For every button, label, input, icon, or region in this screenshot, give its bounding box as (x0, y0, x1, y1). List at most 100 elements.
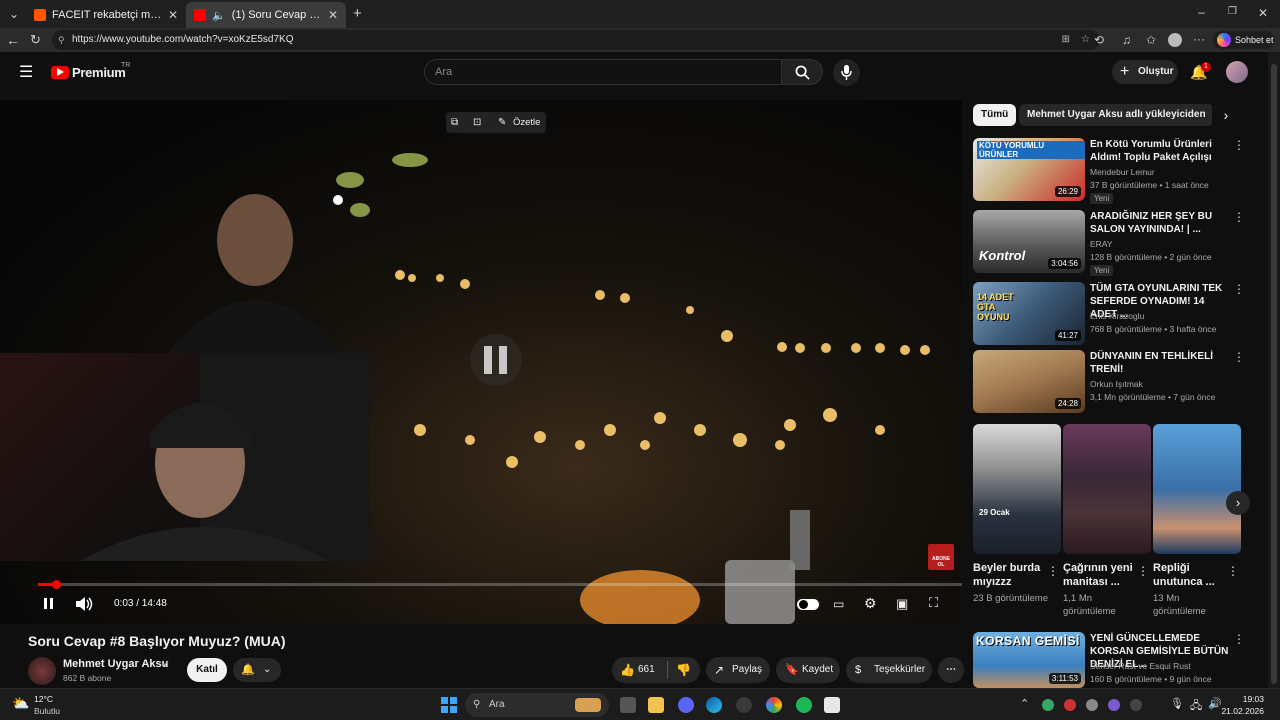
chrome-icon[interactable] (766, 697, 782, 713)
subtitles-icon[interactable]: ▭ (833, 597, 844, 611)
video-thumbnail[interactable]: KÖTÜ YORUMLU ÜRÜNLER 26:29 (973, 138, 1085, 201)
list-item[interactable]: Kontrol 3:04:56 ARADIĞINIZ HER ŞEY BU SA… (973, 210, 1245, 276)
favorite-star-icon[interactable]: ☆ (1081, 30, 1090, 50)
extensions-icon[interactable]: ⟲ (1094, 34, 1104, 46)
autoplay-toggle[interactable] (797, 599, 819, 610)
tray-overflow-icon[interactable]: ⌃ (1020, 697, 1029, 710)
reload-icon[interactable]: ↻ (30, 33, 41, 46)
microphone-tray-icon[interactable]: 🎙 (1170, 697, 1184, 710)
video-player[interactable]: ⧉ ⊡ ✎ Özetle ABONE OL 0:03 / 14:48 ▭ ⚙ ▣… (0, 100, 962, 624)
weather-icon[interactable]: ⛅ (12, 695, 29, 712)
close-tab-icon[interactable]: ✕ (328, 8, 338, 22)
copilot-chat-button[interactable]: Sohbet et (1213, 31, 1275, 49)
tab-youtube[interactable]: 🔈 (1) Soru Cevap #8 Başlıyor Muyuz? (MUA… (186, 2, 346, 28)
youtube-logo-icon[interactable] (51, 66, 69, 79)
tab-faceit[interactable]: FACEIT rekabetçi maç - FACEIT.com ✕ (26, 2, 186, 28)
fullscreen-icon[interactable]: ⛶ (929, 595, 938, 611)
back-icon[interactable]: ← (6, 33, 20, 47)
shorts-next-chevron-icon[interactable]: › (1226, 491, 1250, 515)
chip-all[interactable]: Tümü (973, 104, 1017, 126)
more-menu-icon[interactable]: ··· (1193, 33, 1205, 45)
app-available-icon[interactable]: ⊞ (1062, 30, 1070, 50)
pip-icon[interactable]: ⧉ (451, 112, 458, 133)
short-item[interactable]: Çağrının yeni manitası ... 1,1 Mn görünt… (1063, 424, 1151, 617)
speaker-icon[interactable]: 🔈 (212, 9, 226, 22)
tray-app-icon[interactable] (1108, 699, 1120, 711)
thanks-button[interactable]: $ Teşekkürler (846, 657, 932, 683)
list-item[interactable]: KORSAN GEMİSİ 3:11:53 YENİ GÜNCELLEMEDE … (973, 632, 1243, 688)
new-tab-icon[interactable]: + (353, 6, 362, 21)
short-title[interactable]: Beyler burda mıyızzz (973, 561, 1047, 589)
chip-uploader[interactable]: Mehmet Uygar Aksu adlı yükleyiciden (1019, 104, 1214, 126)
tray-app-icon[interactable] (1130, 699, 1142, 711)
like-icon[interactable]: 👍 (620, 657, 635, 683)
more-options-icon[interactable]: ⋮ (1233, 138, 1245, 152)
channel-name[interactable]: ERAY (1090, 239, 1113, 249)
steam-icon[interactable] (736, 697, 752, 713)
summary-button[interactable]: Özetle (513, 112, 540, 133)
weather-temp[interactable]: 12°C (34, 694, 53, 704)
join-button[interactable]: Katıl (187, 658, 227, 682)
start-windows-icon[interactable] (441, 697, 457, 713)
list-item[interactable]: 14 ADET GTA OYUNU 41:27 TÜM GTA OYUNLARI… (973, 282, 1245, 346)
more-options-icon[interactable]: ⋮ (1233, 282, 1245, 296)
subscribe-bell-button[interactable]: 🔔 ⌄ (233, 658, 281, 682)
video-thumbnail[interactable]: 24:28 (973, 350, 1085, 413)
settings-gear-icon[interactable]: ⚙ (864, 595, 877, 612)
close-window-icon[interactable]: ✕ (1258, 7, 1268, 19)
profile-avatar[interactable] (1168, 33, 1182, 47)
notepad-icon[interactable] (824, 697, 840, 713)
create-button[interactable]: + Oluştur (1112, 60, 1178, 84)
task-view-icon[interactable] (620, 697, 636, 713)
minimize-icon[interactable]: – (1198, 6, 1205, 18)
list-item[interactable]: KÖTÜ YORUMLU ÜRÜNLER 26:29 En Kötü Yorum… (973, 138, 1245, 204)
menu-hamburger-icon[interactable]: ☰ (19, 65, 33, 81)
video-thumbnail[interactable]: KORSAN GEMİSİ 3:11:53 (973, 632, 1085, 688)
clock-date[interactable]: 21.02.2026 (1220, 706, 1264, 716)
more-options-icon[interactable]: ⋮ (1233, 350, 1245, 364)
url-field[interactable]: ⚲ https://www.youtube.com/watch?v=xoKzE5… (52, 30, 1100, 50)
network-icon[interactable]: 🖧 (1190, 697, 1202, 716)
page-scrollbar[interactable] (1268, 52, 1280, 688)
center-play-state[interactable] (470, 334, 522, 386)
channel-name[interactable]: Enis Kirazoglu (1090, 311, 1144, 321)
close-tab-icon[interactable]: ✕ (168, 8, 178, 22)
channel-name[interactable]: Orkun Işıtmak (1090, 379, 1143, 389)
tray-app-icon[interactable] (1086, 699, 1098, 711)
search-button[interactable] (781, 59, 823, 85)
more-options-icon[interactable]: ⋮ (1233, 632, 1243, 646)
channel-name[interactable]: Sensei Rust ve Esqui Rust (1090, 661, 1191, 671)
tray-app-icon[interactable] (1042, 699, 1054, 711)
more-options-icon[interactable]: ⋮ (1233, 210, 1245, 224)
short-thumbnail[interactable] (1153, 424, 1241, 554)
more-options-icon[interactable]: ⋮ (1047, 564, 1059, 578)
account-avatar[interactable] (1226, 61, 1248, 83)
search-input[interactable]: Ara (424, 59, 782, 85)
short-item[interactable]: Repliği unutunca ... 13 Mn görüntüleme ⋮ (1153, 424, 1241, 617)
maximize-icon[interactable]: ❐ (1228, 7, 1237, 17)
video-thumbnail[interactable]: Kontrol 3:04:56 (973, 210, 1085, 273)
like-count[interactable]: 661 (638, 657, 655, 683)
save-button[interactable]: 🔖 Kaydet (776, 657, 840, 683)
progress-bar[interactable] (38, 580, 962, 589)
more-options-icon[interactable]: ⋮ (1227, 564, 1239, 578)
more-actions-button[interactable]: ⋯ (938, 657, 964, 683)
video-title[interactable]: En Kötü Yorumlu Ürünleri Aldım! Toplu Pa… (1090, 138, 1230, 164)
share-button[interactable]: ↗ Paylaş (706, 657, 770, 683)
volume-icon[interactable] (76, 597, 94, 611)
spotify-icon[interactable] (796, 697, 812, 713)
short-thumbnail[interactable] (1063, 424, 1151, 554)
channel-name[interactable]: Mehmet Uygar Aksu (63, 658, 168, 670)
clock-time[interactable]: 19:03 (1224, 694, 1264, 704)
more-options-icon[interactable]: ⋮ (1137, 564, 1149, 578)
file-explorer-icon[interactable] (648, 697, 664, 713)
short-title[interactable]: Çağrının yeni manitası ... (1063, 561, 1137, 589)
site-info-icon[interactable]: ⚲ (58, 30, 65, 50)
short-thumbnail[interactable]: 29 Ocak (973, 424, 1061, 554)
video-title[interactable]: ARADIĞINIZ HER ŞEY BU SALON YAYININDA! |… (1090, 210, 1230, 236)
channel-name[interactable]: Mendebur Lemur (1090, 167, 1155, 177)
favorites-icon[interactable]: ✩ (1146, 34, 1156, 46)
logo-text[interactable]: Premium (72, 65, 126, 80)
tab-list-icon[interactable]: ⌄ (6, 8, 22, 20)
scrollbar-thumb[interactable] (1271, 64, 1277, 684)
